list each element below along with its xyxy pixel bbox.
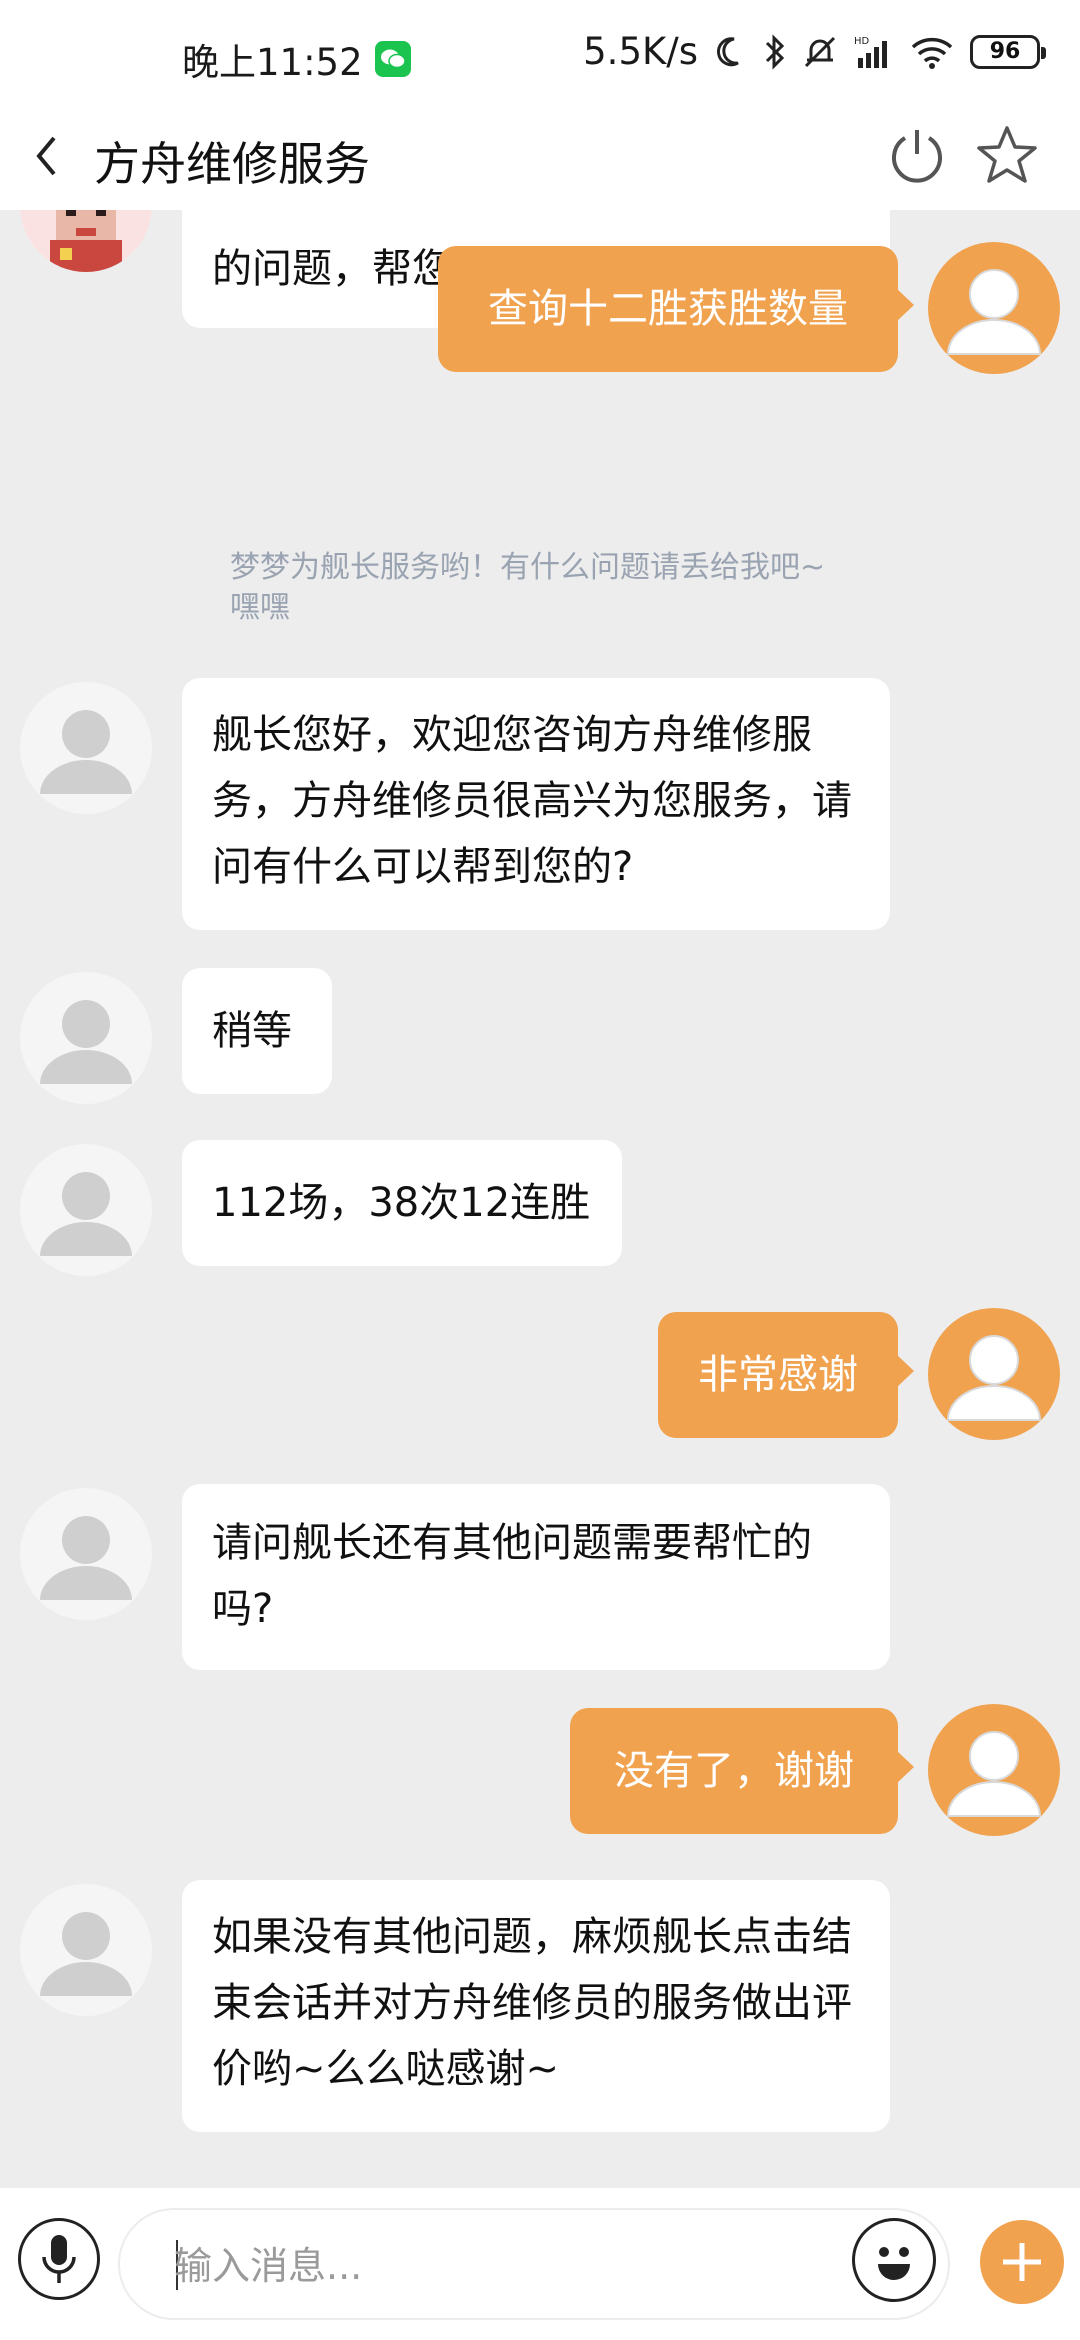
agent-avatar[interactable] (20, 1884, 152, 2016)
signal-hd-icon: HD (854, 34, 894, 70)
moon-icon (714, 35, 748, 69)
status-time: 晚上11:52 (182, 41, 363, 84)
back-chevron-icon (36, 136, 56, 176)
chat-header: 方舟维修服务 (0, 110, 1080, 210)
message-text: 没有了，谢谢 (614, 1748, 854, 1794)
status-bar: 晚上11:52 5.5K/s HD 96 (0, 0, 1080, 110)
message-bubble-agent[interactable]: 舰长您好，欢迎您咨询方舟维修服务，方舟维修员很高兴为您服务，请问有什么可以帮到您… (182, 678, 890, 930)
bubble-tail-icon (896, 288, 914, 322)
default-avatar-icon (40, 1516, 132, 1600)
star-icon (977, 126, 1037, 183)
message-text: 舰长您好，欢迎您咨询方舟维修服务，方舟维修员很高兴为您服务，请问有什么可以帮到您… (212, 712, 852, 890)
mute-bell-icon (802, 34, 838, 70)
message-bubble-user[interactable]: 查询十二胜获胜数量 (438, 246, 898, 372)
battery-level: 96 (989, 39, 1021, 64)
system-note: 梦梦为舰长服务哟！有什么问题请丢给我吧~嘿嘿 (230, 550, 826, 625)
message-text: 稍等 (212, 1008, 292, 1054)
user-avatar[interactable] (928, 1308, 1060, 1440)
smiley-icon (878, 2247, 910, 2280)
default-avatar-icon (40, 1912, 132, 1996)
message-input[interactable] (174, 2232, 734, 2300)
network-speed: 5.5K/s (583, 30, 698, 73)
agent-avatar[interactable] (20, 682, 152, 814)
status-left: 晚上11:52 (182, 32, 411, 86)
svg-text:HD: HD (854, 36, 870, 47)
user-avatar[interactable] (928, 242, 1060, 374)
message-text: 112场，38次12连胜 (212, 1180, 591, 1226)
voice-button[interactable] (18, 2218, 100, 2300)
agent-avatar-pixel[interactable] (20, 210, 152, 272)
wifi-icon (910, 35, 954, 69)
message-bubble-agent[interactable]: 如果没有其他问题，麻烦舰长点击结束会话并对方舟维修员的服务做出评价哟~么么哒感谢… (182, 1880, 890, 2132)
message-bubble-user[interactable]: 非常感谢 (658, 1312, 898, 1438)
bluetooth-icon (764, 33, 786, 71)
message-bubble-user[interactable]: 没有了，谢谢 (570, 1708, 898, 1834)
bubble-tail-icon (896, 1750, 914, 1784)
plus-icon (1003, 2243, 1041, 2281)
message-bubble-agent[interactable]: 请问舰长还有其他问题需要帮忙的吗? (182, 1484, 890, 1670)
user-avatar[interactable] (928, 1704, 1060, 1836)
emoji-button[interactable] (852, 2218, 936, 2302)
wechat-icon (374, 41, 411, 77)
message-text: 查询十二胜获胜数量 (488, 286, 848, 332)
default-avatar-icon (40, 1172, 132, 1256)
agent-avatar[interactable] (20, 972, 152, 1104)
more-button[interactable] (980, 2220, 1064, 2304)
input-bar (0, 2188, 1080, 2340)
power-icon (892, 130, 942, 183)
page-title: 方舟维修服务 (94, 137, 370, 191)
back-button[interactable] (34, 126, 74, 186)
default-avatar-icon (40, 1000, 132, 1084)
message-bubble-agent[interactable]: 稍等 (182, 968, 332, 1094)
default-avatar-icon (946, 1335, 1042, 1421)
agent-avatar[interactable] (20, 1144, 152, 1276)
message-text: 如果没有其他问题，麻烦舰长点击结束会话并对方舟维修员的服务做出评价哟~么么哒感谢… (212, 1914, 852, 2092)
chat-messages[interactable]: 的问题，帮您找方舟维修员哦~ 查询十二胜获胜数量 梦梦为舰长服务哟！有什么问题请… (0, 210, 1080, 2190)
microphone-icon (42, 2235, 76, 2283)
battery-icon: 96 (970, 34, 1046, 69)
message-text: 请问舰长还有其他问题需要帮忙的吗? (212, 1520, 812, 1632)
message-bubble-agent[interactable]: 112场，38次12连胜 (182, 1140, 622, 1266)
message-input-field[interactable] (118, 2208, 950, 2320)
status-right: 5.5K/s HD 96 (583, 30, 1046, 73)
end-session-button[interactable] (884, 122, 950, 188)
agent-avatar[interactable] (20, 1488, 152, 1620)
message-text: 非常感谢 (698, 1352, 858, 1398)
default-avatar-icon (946, 269, 1042, 355)
favorite-button[interactable] (974, 122, 1040, 188)
default-avatar-icon (946, 1731, 1042, 1817)
default-avatar-icon (40, 710, 132, 794)
bubble-tail-icon (896, 1354, 914, 1388)
